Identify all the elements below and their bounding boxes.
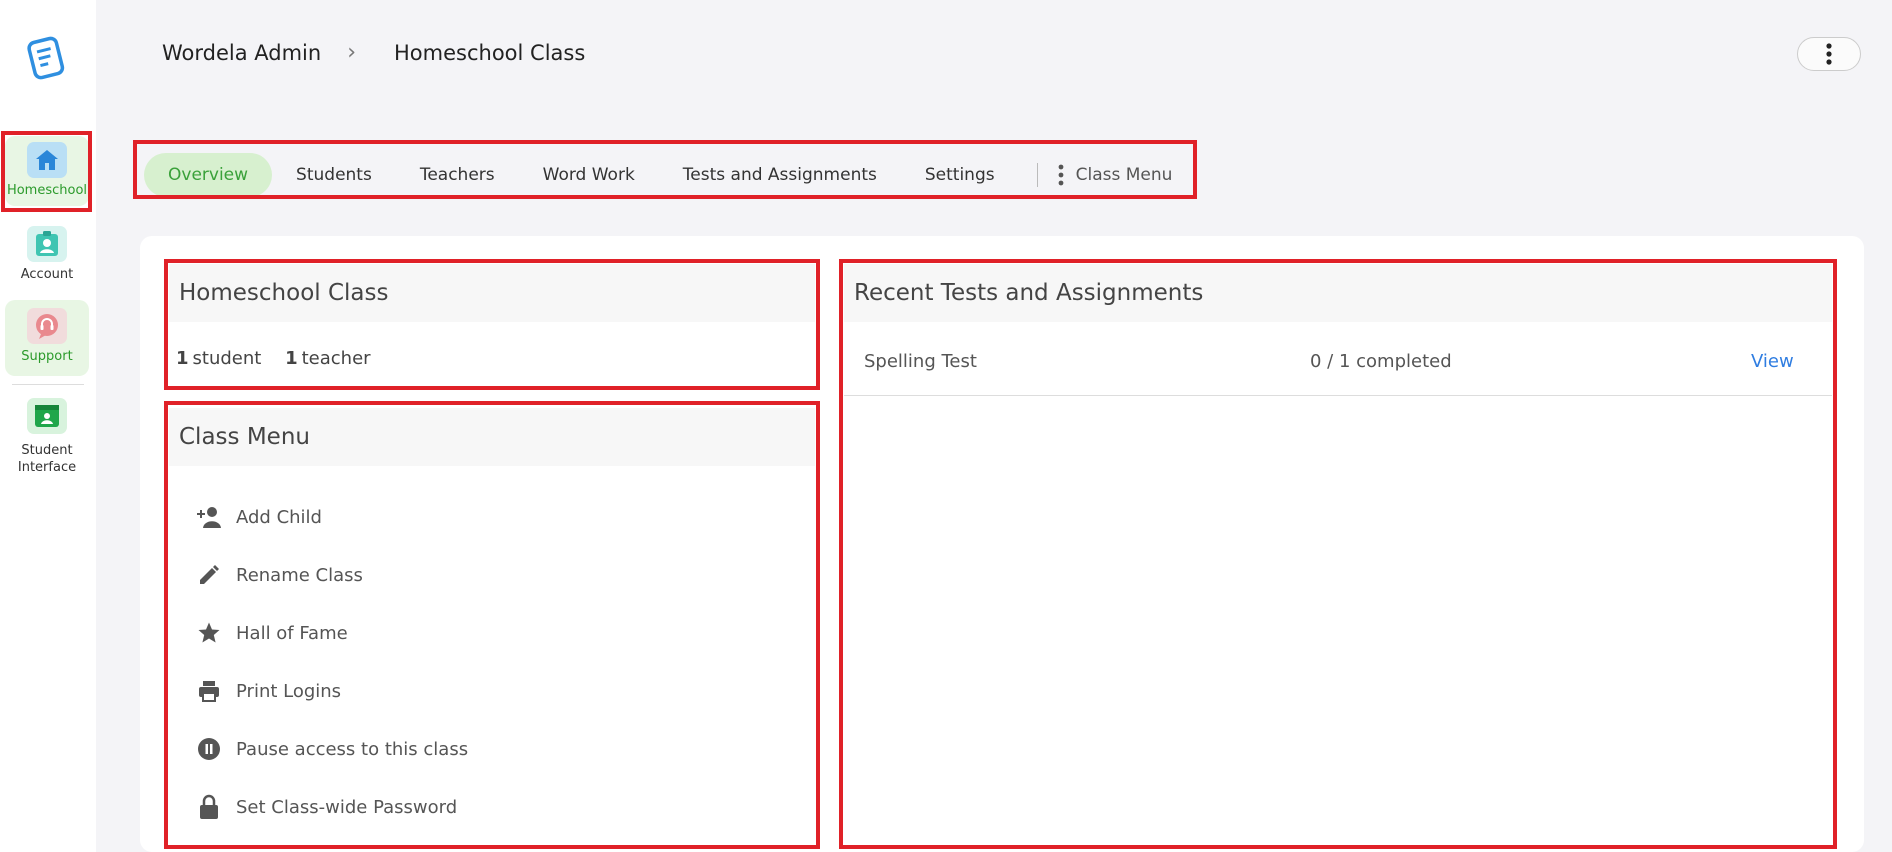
- menu-item-label: Hall of Fame: [236, 622, 348, 644]
- student-count: 1: [176, 348, 189, 369]
- pause-icon: [196, 736, 222, 762]
- tab-class-menu[interactable]: Class Menu: [1058, 164, 1173, 186]
- breadcrumb: Wordela Admin › Homeschool Class: [162, 40, 585, 65]
- menu-item-label: Set Class-wide Password: [236, 796, 458, 818]
- add-child-menu-item[interactable]: Add Child: [196, 488, 468, 546]
- class-summary-title: Homeschool Class: [169, 264, 815, 322]
- teacher-count-label: teacher: [301, 348, 371, 369]
- tab-settings[interactable]: Settings: [901, 153, 1019, 197]
- tab-word-work[interactable]: Word Work: [519, 153, 659, 197]
- assignment-name: Spelling Test: [864, 351, 977, 372]
- vertical-dots-icon: [1058, 164, 1064, 186]
- wordela-logo-icon[interactable]: [24, 34, 68, 84]
- menu-item-label: Rename Class: [236, 564, 363, 586]
- chevron-right-icon: ›: [347, 40, 357, 65]
- teacher-count: 1: [285, 348, 298, 369]
- sidebar-item-label: Homeschool: [6, 183, 88, 198]
- id-badge-icon: [27, 226, 67, 262]
- more-options-button[interactable]: [1797, 37, 1861, 71]
- table-row: Spelling Test 0 / 1 completed View: [844, 328, 1832, 396]
- pause-access-menu-item[interactable]: Pause access to this class: [196, 720, 468, 778]
- class-menu-card: Class Menu: [169, 408, 815, 466]
- print-logins-menu-item[interactable]: Print Logins: [196, 662, 468, 720]
- sidebar: Homeschool Account Support Student Inter…: [0, 0, 96, 852]
- recent-tests-card: Recent Tests and Assignments: [844, 264, 1832, 322]
- breadcrumb-current: Homeschool Class: [394, 40, 586, 65]
- class-tabs: Overview Students Teachers Word Work Tes…: [138, 144, 1172, 206]
- tab-tests-and-assignments[interactable]: Tests and Assignments: [659, 153, 901, 197]
- menu-item-label: Print Logins: [236, 680, 342, 702]
- menu-item-label: Pause access to this class: [236, 738, 469, 760]
- set-password-menu-item[interactable]: Set Class-wide Password: [196, 778, 468, 836]
- menu-item-label: Add Child: [236, 506, 322, 528]
- support-chat-icon: [27, 308, 67, 344]
- star-icon: [196, 620, 222, 646]
- rename-class-menu-item[interactable]: Rename Class: [196, 546, 468, 604]
- tab-separator: [1036, 163, 1038, 187]
- printer-icon: [196, 678, 222, 704]
- recent-tests-title: Recent Tests and Assignments: [844, 264, 1832, 322]
- sidebar-item-student-interface[interactable]: Student Interface: [5, 394, 89, 478]
- breadcrumb-root[interactable]: Wordela Admin: [162, 41, 321, 65]
- sidebar-divider: [12, 384, 84, 385]
- sidebar-item-support[interactable]: Support: [5, 300, 89, 376]
- add-person-icon: [196, 504, 222, 530]
- home-icon: [27, 142, 67, 178]
- tab-students[interactable]: Students: [272, 153, 396, 197]
- class-summary-card: Homeschool Class: [169, 264, 815, 322]
- pencil-icon: [196, 562, 222, 588]
- sidebar-item-label: Account: [20, 267, 74, 282]
- lock-icon: [196, 794, 222, 820]
- tab-overview[interactable]: Overview: [144, 153, 273, 197]
- tab-class-menu-label: Class Menu: [1075, 165, 1173, 185]
- student-count-label: student: [192, 348, 262, 369]
- hall-of-fame-menu-item[interactable]: Hall of Fame: [196, 604, 468, 662]
- student-window-icon: [27, 398, 67, 434]
- view-assignment-link[interactable]: View: [1751, 351, 1794, 372]
- class-menu-title: Class Menu: [169, 408, 815, 466]
- assignment-status: 0 / 1 completed: [1310, 351, 1452, 372]
- sidebar-item-homeschool[interactable]: Homeschool: [5, 136, 89, 206]
- sidebar-item-account[interactable]: Account: [5, 222, 89, 292]
- vertical-dots-icon: [1826, 43, 1832, 65]
- class-menu-list: Add Child Rename Class Hall of Fame Prin…: [196, 488, 468, 836]
- tab-teachers[interactable]: Teachers: [396, 153, 519, 197]
- sidebar-item-label: Support: [21, 349, 73, 364]
- class-counts: 1 student 1 teacher: [176, 348, 371, 369]
- sidebar-item-label: Student Interface: [17, 443, 77, 475]
